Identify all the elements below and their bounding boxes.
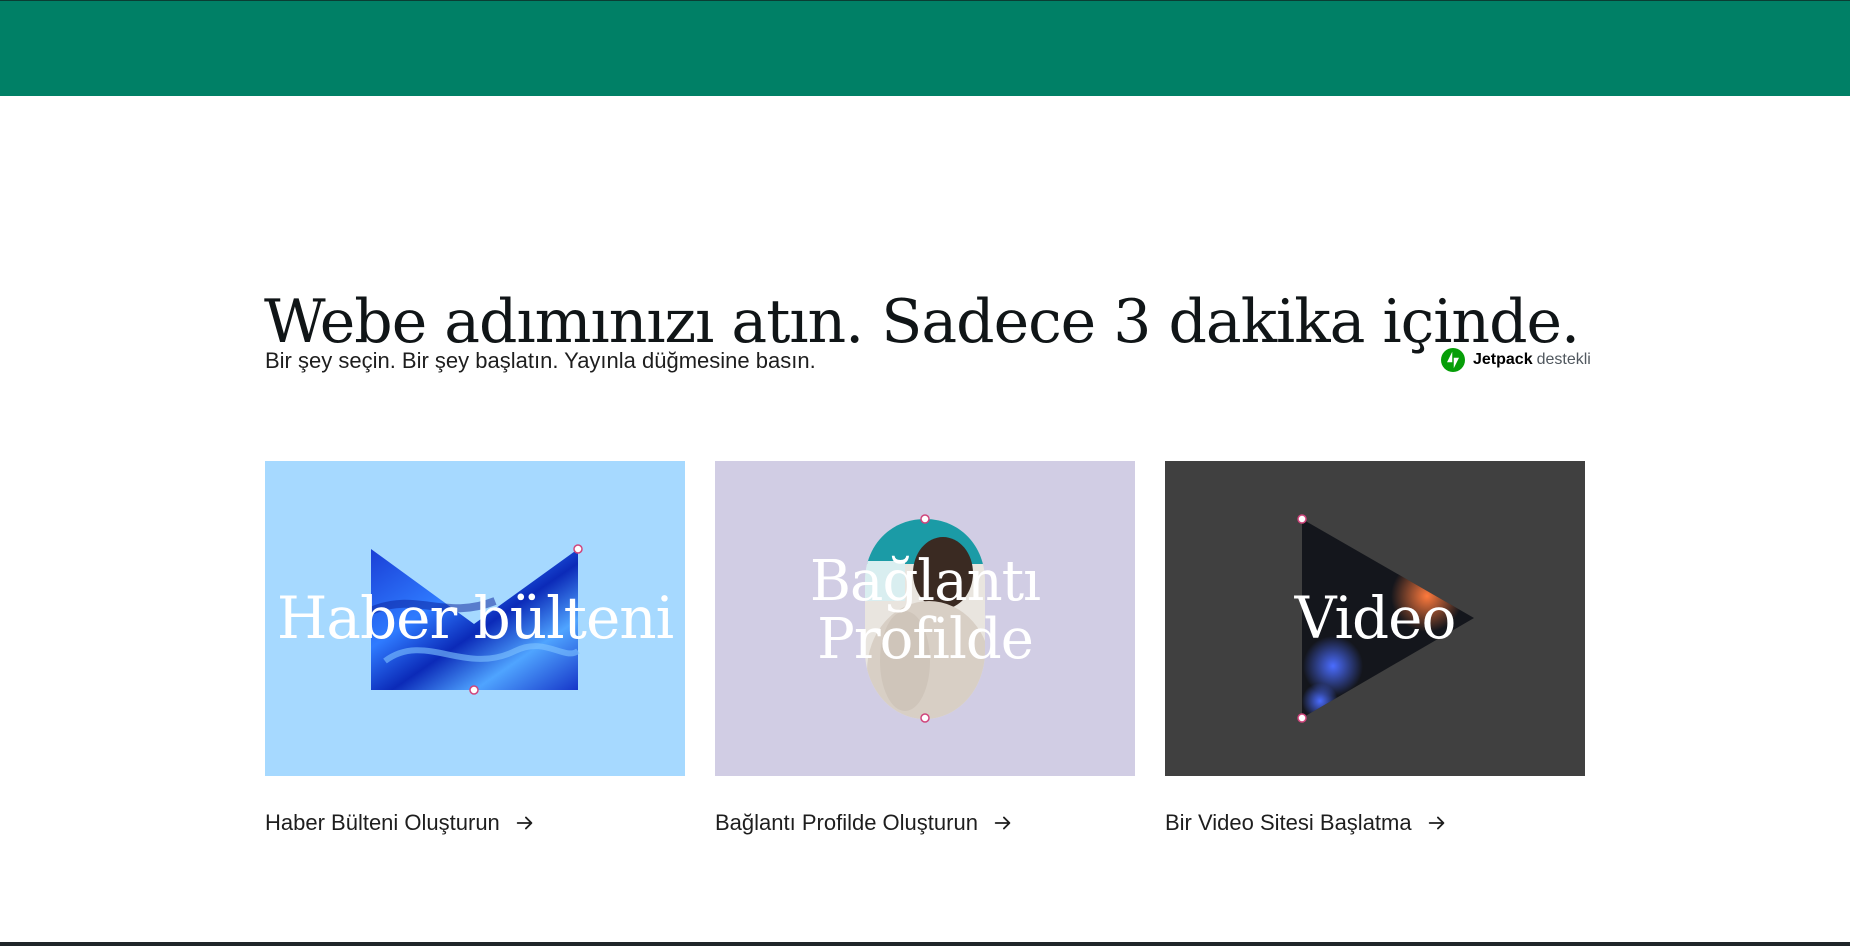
bottom-edge: [0, 942, 1850, 946]
create-newsletter-link[interactable]: Haber Bülteni Oluşturun: [265, 808, 536, 838]
jetpack-icon: [1441, 348, 1465, 372]
arrow-right-icon: [1426, 812, 1448, 834]
start-video-site-link[interactable]: Bir Video Sitesi Başlatma: [1165, 808, 1448, 838]
arrow-right-icon: [992, 812, 1014, 834]
newsletter-card[interactable]: Haber bülteni: [265, 461, 685, 776]
video-card-title: Video: [1294, 584, 1457, 652]
link-in-bio-card-title: Bağlantı Profilde: [809, 549, 1041, 672]
link-in-bio-card[interactable]: Bağlantı Profilde: [715, 461, 1135, 776]
jetpack-name: Jetpack: [1473, 351, 1533, 368]
newsletter-card-title: Haber bülteni: [276, 584, 674, 652]
create-newsletter-link-label: Haber Bülteni Oluşturun: [265, 810, 500, 835]
create-link-in-bio-link[interactable]: Bağlantı Profilde Oluşturun: [715, 808, 1014, 838]
jetpack-powered-label: destekli: [1536, 351, 1591, 368]
video-card[interactable]: Video: [1165, 461, 1585, 776]
top-bar: [0, 0, 1850, 96]
start-video-site-link-label: Bir Video Sitesi Başlatma: [1165, 810, 1412, 835]
create-link-in-bio-link-label: Bağlantı Profilde Oluşturun: [715, 810, 978, 835]
arrow-right-icon: [514, 812, 536, 834]
page-subheadline: Bir şey seçin. Bir şey başlatın. Yayınla…: [265, 348, 816, 373]
jetpack-badge[interactable]: Jetpack destekli: [1441, 348, 1591, 372]
